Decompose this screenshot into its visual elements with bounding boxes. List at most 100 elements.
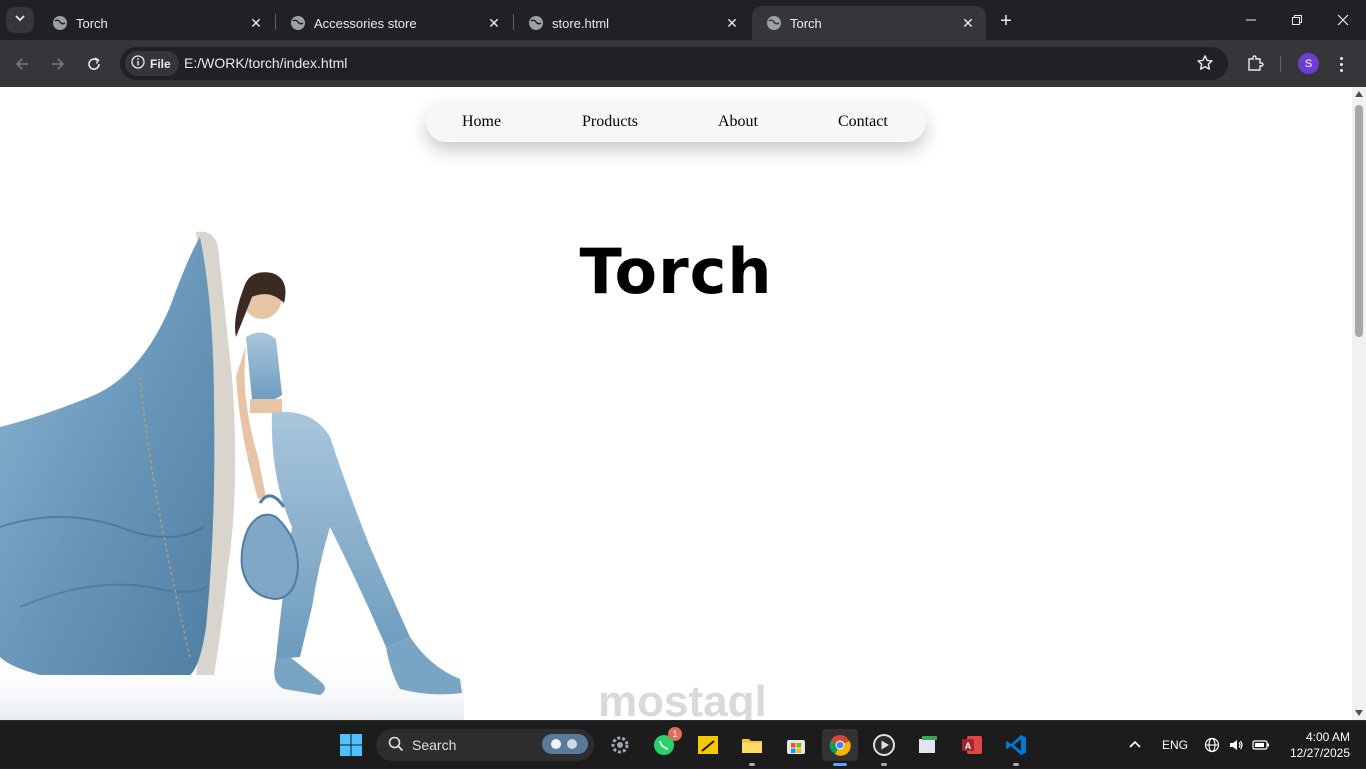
minimize-icon xyxy=(1246,19,1256,21)
arrow-left-icon xyxy=(15,58,28,70)
url-text[interactable]: E:/WORK/torch/index.html xyxy=(184,55,347,71)
battery-icon xyxy=(1252,740,1269,750)
hero-title: Torch xyxy=(579,235,773,308)
window-close-button[interactable] xyxy=(1328,6,1358,34)
tab-title: Torch xyxy=(790,15,822,31)
play-icon xyxy=(873,734,895,756)
gear-icon xyxy=(611,736,629,754)
chip-label: File xyxy=(150,56,171,71)
svg-text:A: A xyxy=(965,741,972,751)
search-label: Search xyxy=(412,737,457,753)
nav-link-contact[interactable]: Contact xyxy=(838,113,888,131)
windows-logo-icon xyxy=(340,734,362,756)
notification-badge: 1 xyxy=(668,727,682,741)
restore-icon xyxy=(1292,15,1302,25)
windows-taskbar: Search 1 A ENG 4:00 AM 12/27/2025 xyxy=(0,720,1366,768)
restore-button[interactable] xyxy=(1282,6,1312,34)
back-button[interactable] xyxy=(8,50,36,78)
vscode-icon xyxy=(1006,735,1026,755)
close-icon[interactable]: ✕ xyxy=(960,15,976,31)
search-icon xyxy=(388,736,404,755)
language-label: ENG xyxy=(1162,738,1189,752)
active-indicator xyxy=(833,763,847,766)
globe-icon xyxy=(766,15,782,31)
taskbar-clock[interactable]: 4:00 AM 12/27/2025 xyxy=(1280,729,1350,761)
access-icon: A xyxy=(962,736,982,754)
chevron-up-icon xyxy=(1129,740,1141,748)
running-indicator xyxy=(749,763,755,766)
running-indicator xyxy=(1013,763,1019,766)
mostaql-watermark: mostaql xyxy=(598,677,767,720)
taskbar-microsoft-store[interactable] xyxy=(780,729,812,761)
forward-button[interactable] xyxy=(44,50,72,78)
taskbar-settings-app[interactable] xyxy=(604,729,636,761)
minimize-button[interactable] xyxy=(1236,6,1266,34)
tab-title: Torch xyxy=(76,15,108,31)
globe-icon xyxy=(528,15,544,31)
taskbar-app-installer[interactable] xyxy=(912,729,944,761)
clock-date: 12/27/2025 xyxy=(1289,746,1350,760)
close-icon[interactable]: ✕ xyxy=(248,15,264,31)
tab-title: store.html xyxy=(552,15,610,31)
bookmark-star-icon[interactable] xyxy=(1196,54,1214,77)
browser-toolbar: File E:/WORK/torch/index.html S xyxy=(0,40,1366,87)
package-icon xyxy=(919,736,937,753)
avatar-initial: S xyxy=(1304,57,1313,70)
close-icon[interactable]: ✕ xyxy=(486,15,502,31)
network-globe-icon xyxy=(1204,737,1220,753)
language-indicator[interactable]: ENG xyxy=(1162,721,1188,769)
show-hidden-icons[interactable] xyxy=(1128,721,1142,769)
taskbar-chrome[interactable] xyxy=(822,729,858,761)
new-tab-button[interactable]: + xyxy=(994,9,1018,33)
scroll-down-arrow-icon[interactable] xyxy=(1355,710,1363,716)
extensions-button[interactable] xyxy=(1242,50,1268,76)
nav-link-about[interactable]: About xyxy=(718,113,758,131)
taskbar-file-explorer[interactable] xyxy=(736,729,768,761)
kebab-dot xyxy=(1339,62,1343,66)
reload-icon xyxy=(88,57,100,70)
volume-icon xyxy=(1230,740,1243,750)
page-viewport: Home Products About Contact Torch mostaq… xyxy=(0,87,1352,720)
tab-torch-active[interactable]: Torch ✕ xyxy=(752,6,986,40)
globe-icon xyxy=(290,15,306,31)
taskbar-access[interactable]: A xyxy=(956,729,988,761)
nav-link-home[interactable]: Home xyxy=(462,113,501,131)
tab-torch-1[interactable]: Torch ✕ xyxy=(38,6,274,40)
chrome-icon xyxy=(829,735,851,756)
chevron-down-icon xyxy=(14,11,26,29)
site-info-chip[interactable]: File xyxy=(125,51,179,76)
scroll-up-arrow-icon[interactable] xyxy=(1355,91,1363,97)
tab-title: Accessories store xyxy=(314,15,417,31)
info-icon xyxy=(131,55,145,72)
puzzle-icon xyxy=(1248,55,1264,71)
profile-avatar[interactable]: S xyxy=(1298,53,1319,74)
watermark-text: mostaql xyxy=(598,677,767,720)
search-highlight-icon xyxy=(542,732,588,759)
globe-icon xyxy=(52,15,68,31)
taskbar-vscode[interactable] xyxy=(1000,729,1032,761)
browser-menu-button[interactable] xyxy=(1336,52,1346,76)
taskbar-search-box[interactable]: Search xyxy=(376,729,594,761)
taskbar-media-player[interactable] xyxy=(868,729,900,761)
clock-time: 4:00 AM xyxy=(1305,730,1350,744)
kebab-dot xyxy=(1339,68,1343,72)
scroll-thumb[interactable] xyxy=(1355,105,1363,337)
close-icon xyxy=(1337,14,1349,26)
toolbar-divider xyxy=(1280,56,1281,72)
taskbar-sticky-notes[interactable] xyxy=(692,729,724,761)
tab-strip: Torch ✕ Accessories store ✕ store.html ✕… xyxy=(0,0,1366,40)
close-icon[interactable]: ✕ xyxy=(724,15,740,31)
store-bag-icon xyxy=(787,740,805,754)
folder-icon xyxy=(742,739,762,753)
tab-accessories-store[interactable]: Accessories store ✕ xyxy=(276,6,512,40)
site-navbar: Home Products About Contact xyxy=(426,102,926,142)
page-scrollbar[interactable] xyxy=(1352,87,1366,720)
plus-icon: + xyxy=(1000,9,1012,32)
nav-link-products[interactable]: Products xyxy=(582,113,638,131)
tab-search-button[interactable] xyxy=(6,7,34,33)
start-button[interactable] xyxy=(335,729,367,761)
address-bar[interactable]: File E:/WORK/torch/index.html xyxy=(120,47,1228,80)
tab-store-html[interactable]: store.html ✕ xyxy=(514,6,750,40)
reload-button[interactable] xyxy=(80,50,108,78)
system-tray-status[interactable] xyxy=(1204,721,1270,769)
